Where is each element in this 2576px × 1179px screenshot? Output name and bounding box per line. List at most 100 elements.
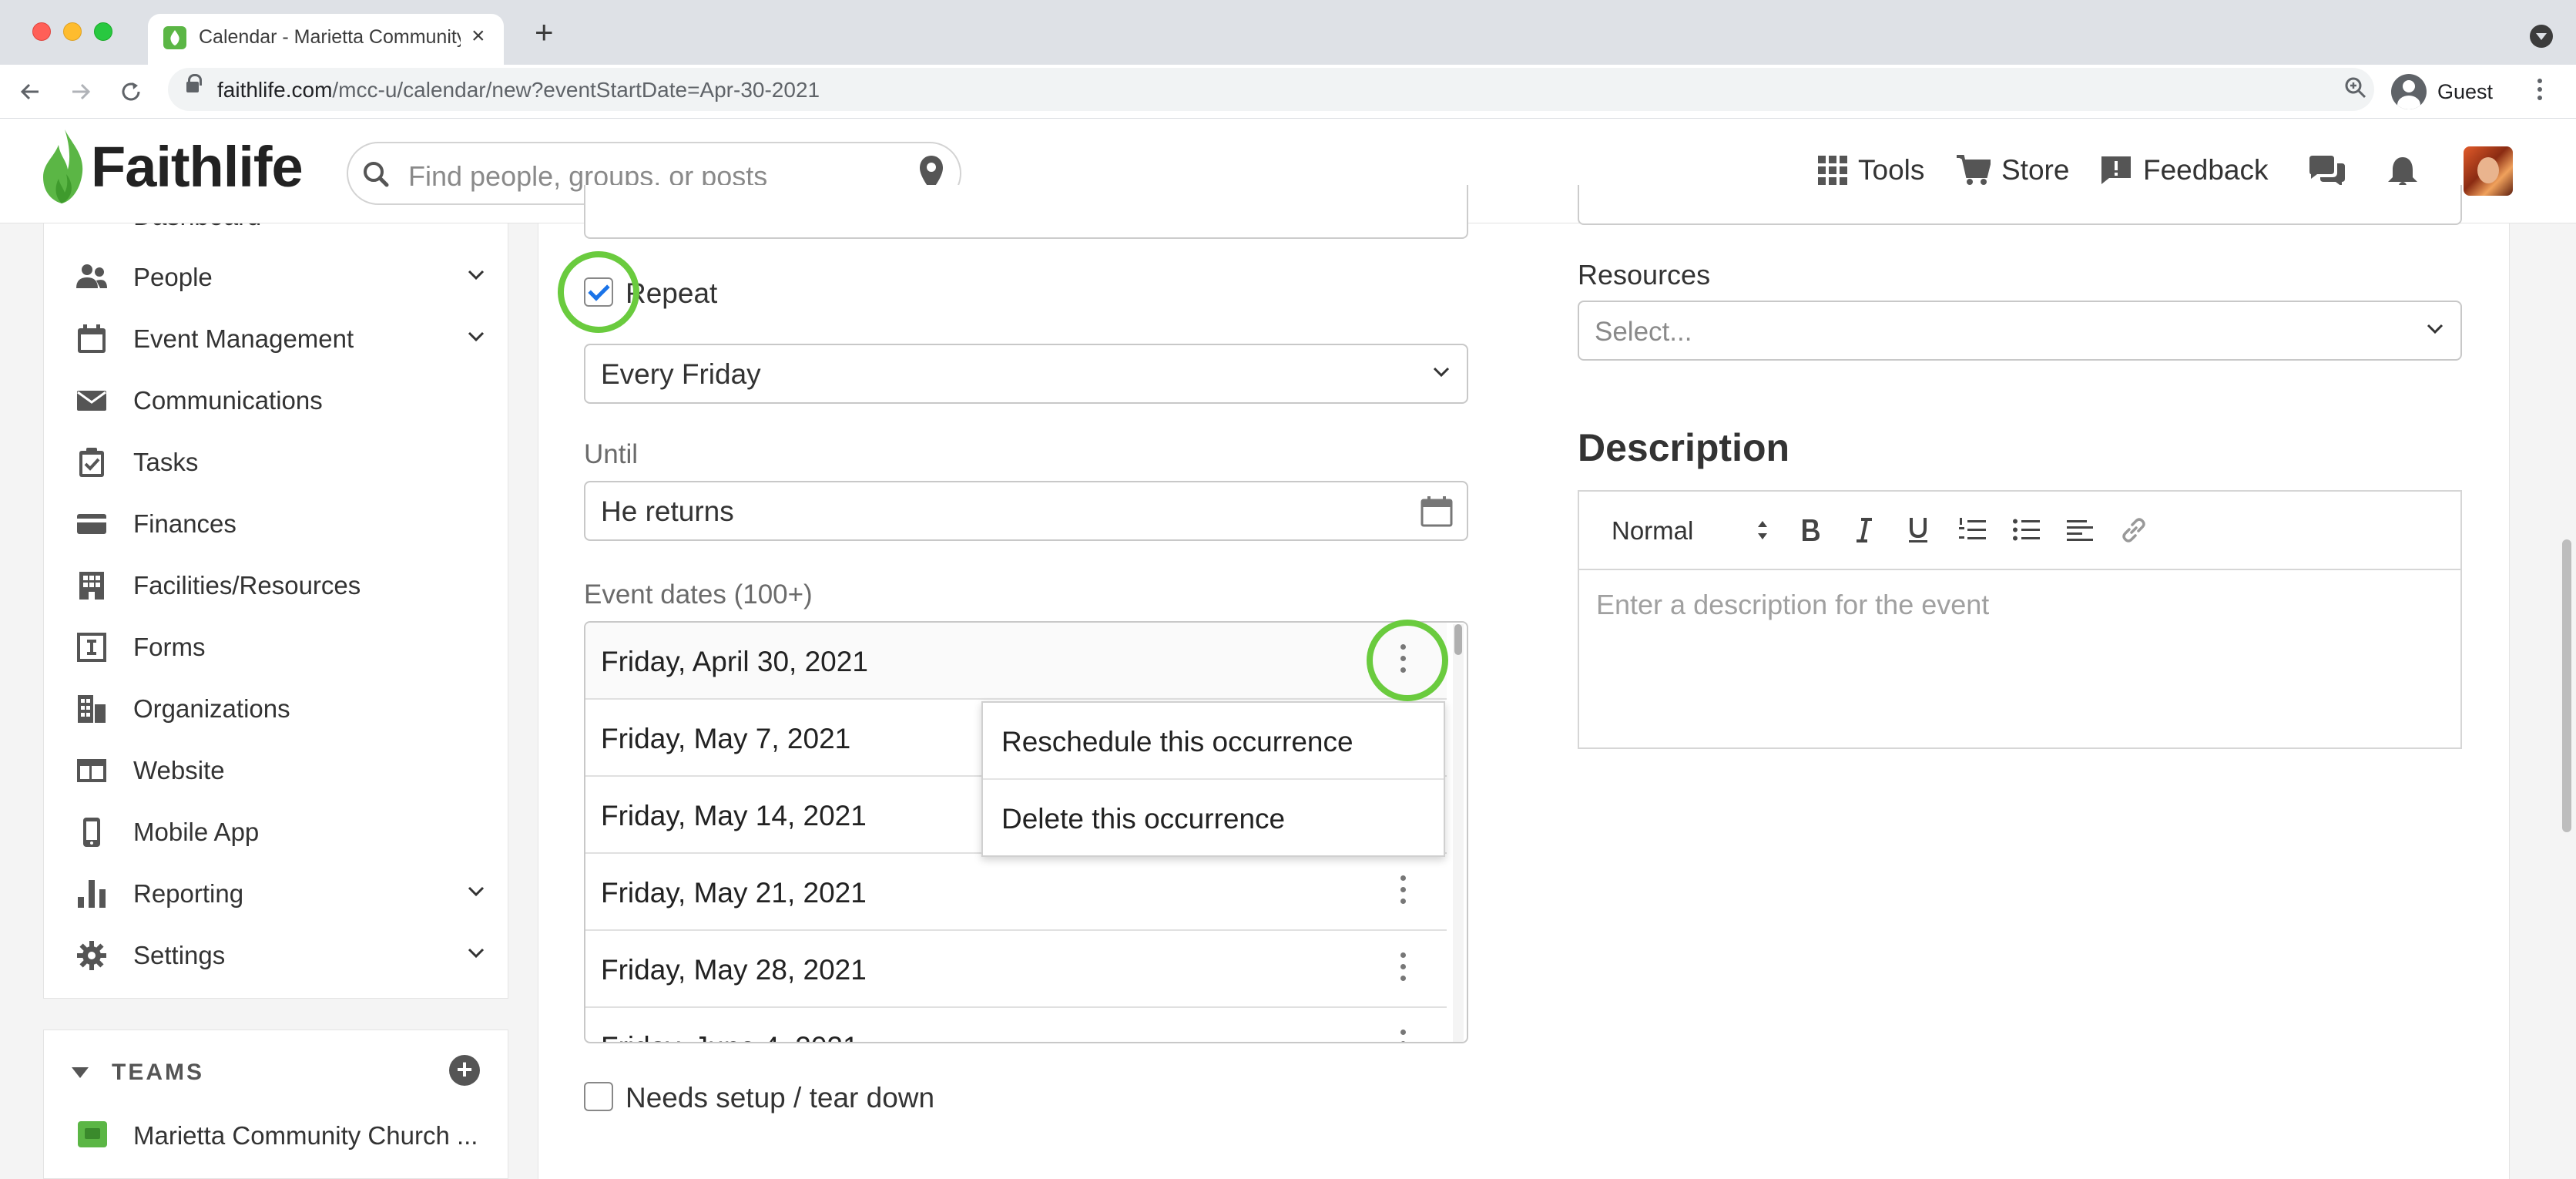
- browser-menu-icon[interactable]: [2537, 79, 2544, 104]
- format-select[interactable]: Normal: [1612, 516, 1693, 546]
- credit-card-icon: [77, 514, 106, 534]
- sidebar-item-settings[interactable]: Settings: [44, 925, 508, 986]
- collapse-caret-icon[interactable]: [72, 1067, 89, 1078]
- sidebar-item-mobile-app[interactable]: Mobile App: [44, 801, 508, 863]
- feedback-menu[interactable]: Feedback: [2100, 154, 2269, 186]
- occurrence-menu-icon[interactable]: [1400, 952, 1407, 987]
- address-bar[interactable]: faithlife.com/mcc-u/calendar/new?eventSt…: [168, 68, 2374, 111]
- tools-menu[interactable]: Tools: [1818, 154, 1924, 186]
- select-arrows-icon: [1758, 521, 1767, 539]
- ordered-list-icon[interactable]: [1957, 515, 1987, 546]
- highlight-ring-menu: [1367, 620, 1448, 701]
- editor-toolbar: Normal: [1579, 492, 2460, 570]
- tab-close-icon[interactable]: ×: [471, 23, 485, 49]
- team-item-label: Marietta Community Church ...: [133, 1121, 478, 1150]
- faithlife-logo[interactable]: Faithlife: [42, 129, 304, 203]
- tab-search-icon[interactable]: [2530, 25, 2553, 48]
- until-date-input[interactable]: He returns: [584, 481, 1468, 541]
- browser-toolbar: faithlife.com/mcc-u/calendar/new?eventSt…: [0, 65, 2576, 119]
- lock-icon: [186, 74, 202, 96]
- guest-avatar-icon: [2391, 74, 2427, 109]
- browser-tabstrip: Calendar - Marietta Community × +: [0, 0, 2576, 65]
- messages-icon[interactable]: [2308, 156, 2346, 188]
- sidebar-item-website[interactable]: Website: [44, 740, 508, 801]
- dates-scroll-thumb[interactable]: [1454, 624, 1462, 655]
- occurrence-dropdown-menu: Reschedule this occurrence Delete this o…: [981, 701, 1445, 857]
- sidebar-item-organizations[interactable]: Organizations: [44, 678, 508, 740]
- chevron-down-icon[interactable]: [468, 948, 485, 959]
- align-left-icon[interactable]: [2064, 515, 2095, 546]
- page-scroll-thumb[interactable]: [2562, 539, 2571, 832]
- occurrence-menu-icon[interactable]: [1400, 875, 1407, 910]
- bar-chart-icon: [78, 880, 106, 908]
- logo-text: Faithlife: [91, 134, 304, 199]
- chevron-down-icon[interactable]: [468, 886, 485, 897]
- add-team-icon[interactable]: +: [449, 1055, 480, 1086]
- repeat-frequency-select[interactable]: Every Friday: [584, 344, 1468, 404]
- new-tab-button[interactable]: +: [535, 14, 554, 51]
- profile-label: Guest: [2437, 79, 2494, 103]
- sidebar-item-finances[interactable]: Finances: [44, 493, 508, 555]
- reschedule-occurrence-item[interactable]: Reschedule this occurrence: [983, 703, 1444, 780]
- website-icon: [77, 759, 106, 782]
- organization-icon: [78, 695, 106, 723]
- user-avatar[interactable]: [2464, 146, 2513, 196]
- sidebar-item-reporting[interactable]: Reporting: [44, 863, 508, 925]
- teams-panel: TEAMS + Marietta Community Church ...: [43, 1030, 508, 1179]
- store-menu[interactable]: Store: [1957, 154, 2069, 186]
- url-text: faithlife.com/mcc-u/calendar/new?eventSt…: [217, 78, 820, 102]
- search-icon: [364, 162, 389, 187]
- resources-placeholder: Select...: [1595, 317, 1692, 347]
- zoom-icon[interactable]: [2342, 74, 2370, 102]
- bullet-list-icon[interactable]: [2011, 515, 2041, 546]
- previous-field-right[interactable]: [1578, 185, 2462, 225]
- underline-icon[interactable]: [1903, 515, 1934, 546]
- list-item[interactable]: Friday, June 4, 2021: [585, 1008, 1447, 1042]
- team-item[interactable]: Marietta Community Church ...: [44, 1110, 509, 1160]
- building-icon: [79, 572, 104, 600]
- back-arrow-icon[interactable]: [18, 80, 42, 103]
- italic-icon[interactable]: [1849, 515, 1880, 546]
- until-value: He returns: [601, 495, 734, 527]
- store-label: Store: [2001, 154, 2070, 186]
- envelope-icon: [77, 391, 106, 411]
- sidebar-item-people[interactable]: People: [44, 247, 508, 308]
- link-icon[interactable]: [2118, 515, 2149, 546]
- sidebar-item-facilities[interactable]: Facilities/Resources: [44, 555, 508, 616]
- bold-icon[interactable]: [1795, 515, 1826, 546]
- chevron-down-icon: [1433, 367, 1450, 378]
- resources-label: Resources: [1578, 259, 1711, 291]
- description-editor[interactable]: Normal Enter a description for the event: [1578, 490, 2462, 749]
- previous-field[interactable]: [584, 185, 1468, 239]
- list-item[interactable]: Friday, April 30, 2021: [585, 623, 1447, 700]
- browser-tab[interactable]: Calendar - Marietta Community ×: [148, 14, 504, 65]
- reload-icon[interactable]: [119, 79, 143, 104]
- sidebar-item-tasks[interactable]: Tasks: [44, 432, 508, 493]
- page-scrollbar[interactable]: [2558, 223, 2576, 1179]
- chat-icon: [78, 1121, 107, 1147]
- setup-teardown-checkbox[interactable]: [584, 1082, 613, 1111]
- window-close-button[interactable]: [32, 22, 51, 41]
- dates-scrollbar[interactable]: [1453, 624, 1464, 1042]
- feedback-icon: [2101, 156, 2131, 184]
- window-minimize-button[interactable]: [63, 22, 82, 41]
- forward-arrow-icon[interactable]: [69, 80, 92, 103]
- teams-title: TEAMS: [112, 1060, 204, 1085]
- clipboard-check-icon: [79, 448, 104, 477]
- chevron-down-icon[interactable]: [468, 331, 485, 342]
- sidebar-item-forms[interactable]: Forms: [44, 616, 508, 678]
- chevron-down-icon[interactable]: [468, 270, 485, 280]
- window-zoom-button[interactable]: [94, 22, 112, 41]
- delete-occurrence-item[interactable]: Delete this occurrence: [983, 780, 1444, 857]
- sidebar-item-dashboard[interactable]: Dashboard: [133, 223, 261, 232]
- feedback-label: Feedback: [2143, 154, 2269, 186]
- profile-button[interactable]: Guest: [2391, 72, 2493, 111]
- list-item[interactable]: Friday, May 28, 2021: [585, 931, 1447, 1008]
- setup-teardown-label: Needs setup / tear down: [626, 1082, 935, 1114]
- list-item[interactable]: Friday, May 21, 2021: [585, 854, 1447, 931]
- sidebar-item-communications[interactable]: Communications: [44, 370, 508, 432]
- calendar-picker-icon[interactable]: [1420, 496, 1453, 527]
- sidebar-item-event-management[interactable]: Event Management: [44, 308, 508, 370]
- occurrence-menu-icon[interactable]: [1400, 1030, 1407, 1042]
- resources-select[interactable]: Select...: [1578, 301, 2462, 361]
